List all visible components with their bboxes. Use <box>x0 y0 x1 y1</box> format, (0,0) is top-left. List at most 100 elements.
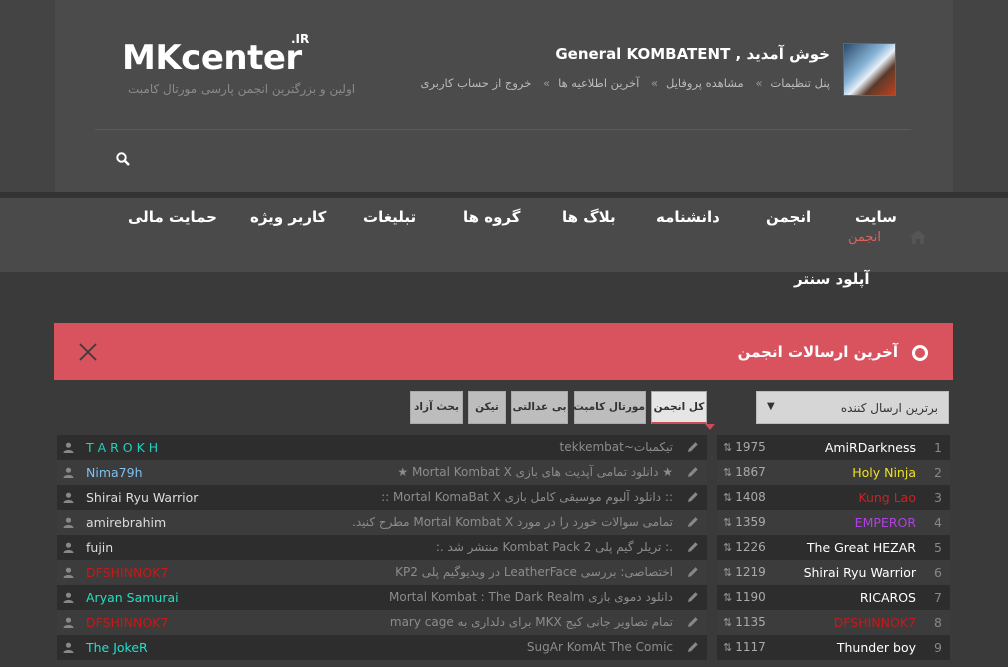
sort-icon: ⇅ <box>723 516 733 529</box>
user-icon <box>63 542 74 553</box>
latest-post-row: SugAr KomAt The Comic The JokeR <box>57 635 707 660</box>
search-icon[interactable] <box>116 152 130 166</box>
avatar[interactable] <box>843 43 896 96</box>
rank-number: 7 <box>934 590 942 605</box>
user-icon <box>63 567 74 578</box>
nav-item-site[interactable]: سایت <box>855 208 897 226</box>
pencil-icon <box>688 592 698 602</box>
poster-name[interactable]: The Great HEZAR <box>807 535 916 560</box>
site-logo-suffix: .IR <box>291 32 310 46</box>
post-title[interactable]: :: دانلود آلبوم موسیقی کامل بازی Mortal … <box>381 485 673 510</box>
post-count: ⇅ 1867 <box>723 460 766 485</box>
post-title[interactable]: اختصاصی: بررسی LeatherFace در ویدیوگیم پ… <box>395 560 673 585</box>
pencil-icon <box>688 617 698 627</box>
top-poster-row: 2 Holy Ninja ⇅ 1867 <box>717 460 950 485</box>
post-title[interactable]: .: تریلر گیم پلی Kombat Pack 2 منتشر شد … <box>436 535 673 560</box>
top-poster-row: 3 Kung Lao ⇅ 1408 <box>717 485 950 510</box>
nav-item-encyclopedia[interactable]: دانشنامه <box>656 208 720 226</box>
pencil-icon <box>688 492 698 502</box>
active-tab-marker <box>705 424 715 430</box>
tab-mortal-kombat[interactable]: مورتال کامبت <box>573 391 646 424</box>
post-count: ⇅ 1135 <box>723 610 766 635</box>
post-title[interactable]: تمام تصاویر جانی کیج MKX برای دلداری به … <box>390 610 673 635</box>
poster-name[interactable]: Holy Ninja <box>852 460 916 485</box>
sort-icon: ⇅ <box>723 441 733 454</box>
sort-icon: ⇅ <box>723 641 733 654</box>
rank-number: 6 <box>934 565 942 580</box>
top-poster-row: 4 EMPEROR ⇅ 1359 <box>717 510 950 535</box>
post-count-value: 1867 <box>735 465 766 479</box>
post-author[interactable]: T A R O K H <box>86 435 158 460</box>
user-icon <box>63 592 74 603</box>
latest-post-row: تمامی سوالات خورد را در مورد Mortal Komb… <box>57 510 707 535</box>
poster-name[interactable]: AmiRDarkness <box>825 435 916 460</box>
sort-icon: ⇅ <box>723 591 733 604</box>
nav-item-blogs[interactable]: بلاگ ها <box>562 208 616 226</box>
post-count-value: 1226 <box>735 540 766 554</box>
post-title[interactable]: SugAr KomAt The Comic <box>527 635 673 660</box>
site-logo[interactable]: MKcenter <box>122 38 302 78</box>
rank-number: 3 <box>934 490 942 505</box>
post-title[interactable]: تیکمبات~tekkembat <box>560 435 673 460</box>
tab-free-discussion[interactable]: بحث آزاد <box>410 391 463 424</box>
latest-posts-title: آخرین ارسالات انجمن <box>737 343 898 361</box>
post-author[interactable]: Nima79h <box>86 460 143 485</box>
post-count: ⇅ 1408 <box>723 485 766 510</box>
nav-item-donate[interactable]: حمایت مالی <box>128 208 217 226</box>
settings-panel-link[interactable]: پنل تنظیمات <box>770 76 830 90</box>
view-profile-link[interactable]: مشاهده پروفایل <box>666 76 744 90</box>
top-posters-table: 1 AmiRDarkness ⇅ 1975 2 Holy Ninja ⇅ 1867 3 Kung … <box>717 435 950 667</box>
user-icon <box>63 492 74 503</box>
poster-name[interactable]: Kung Lao <box>858 485 916 510</box>
poster-name[interactable]: Thunder boy <box>837 635 916 660</box>
post-count: ⇅ 1190 <box>723 585 766 610</box>
latest-posts-banner: آخرین ارسالات انجمن <box>54 323 953 380</box>
post-count: ⇅ 1359 <box>723 510 766 535</box>
post-author[interactable]: DFSHINNOK7 <box>86 560 168 585</box>
close-icon[interactable] <box>78 342 98 362</box>
poster-name[interactable]: EMPEROR <box>855 510 916 535</box>
latest-notifications-link[interactable]: آخرین اطلاعیه ها <box>558 76 639 90</box>
post-title[interactable]: تمامی سوالات خورد را در مورد Mortal Komb… <box>352 510 673 535</box>
post-author[interactable]: amirebrahim <box>86 510 166 535</box>
poster-name[interactable]: Shirai Ryu Warrior <box>804 560 916 585</box>
top-poster-row: 9 Thunder boy ⇅ 1117 <box>717 635 950 660</box>
top-poster-row: 5 The Great HEZAR ⇅ 1226 <box>717 535 950 560</box>
logout-link[interactable]: خروج از حساب کاربری <box>420 76 531 90</box>
post-author[interactable]: Aryan Samurai <box>86 585 179 610</box>
tab-all-forum[interactable]: کل انجمن <box>651 391 707 424</box>
pencil-icon <box>688 642 698 652</box>
post-title[interactable]: دانلود دموی بازی Mortal Kombat : The Dar… <box>389 585 673 610</box>
nav-item-ads[interactable]: تبلیغات <box>363 208 416 226</box>
post-count-value: 1135 <box>735 615 766 629</box>
nav-breadcrumb-forum[interactable]: انجمن <box>848 230 881 245</box>
post-author[interactable]: fujin <box>86 535 113 560</box>
header <box>55 0 953 192</box>
user-icon <box>63 642 74 653</box>
post-title[interactable]: ★ دانلود تمامی آپدیت های بازی Mortal Kom… <box>397 460 673 485</box>
post-author[interactable]: Shirai Ryu Warrior <box>86 485 198 510</box>
post-count-value: 1117 <box>735 640 766 654</box>
sort-select[interactable]: برترین ارسال کننده ▼ <box>756 391 949 424</box>
nav-item-groups[interactable]: گروه ها <box>463 208 521 226</box>
nav-item-vip-user[interactable]: کاربر ویژه <box>250 208 326 226</box>
post-author[interactable]: The JokeR <box>86 635 148 660</box>
tab-injustice[interactable]: بی عدالتی <box>511 391 568 424</box>
sort-icon: ⇅ <box>723 566 733 579</box>
latest-post-row: اختصاصی: بررسی LeatherFace در ویدیوگیم پ… <box>57 560 707 585</box>
post-count-value: 1219 <box>735 565 766 579</box>
post-author[interactable]: DFSHINNOK7 <box>86 610 168 635</box>
post-count-value: 1408 <box>735 490 766 504</box>
tab-tekken[interactable]: تیکن <box>468 391 506 424</box>
home-icon[interactable] <box>909 229 927 245</box>
nav-item-forum[interactable]: انجمن <box>766 208 811 226</box>
nav-item-upload-center[interactable]: آپلود سنتر <box>794 270 870 288</box>
post-count-value: 1359 <box>735 515 766 529</box>
chevron-down-icon: ▼ <box>767 401 775 412</box>
poster-name[interactable]: DFSHINNOK7 <box>834 610 916 635</box>
latest-post-row: تیکمبات~tekkembat T A R O K H <box>57 435 707 460</box>
poster-name[interactable]: RICAROS <box>860 585 916 610</box>
welcome-message: خوش آمدید , General KOMBATENT <box>555 45 830 63</box>
user-icon <box>63 517 74 528</box>
header-divider <box>95 129 911 130</box>
